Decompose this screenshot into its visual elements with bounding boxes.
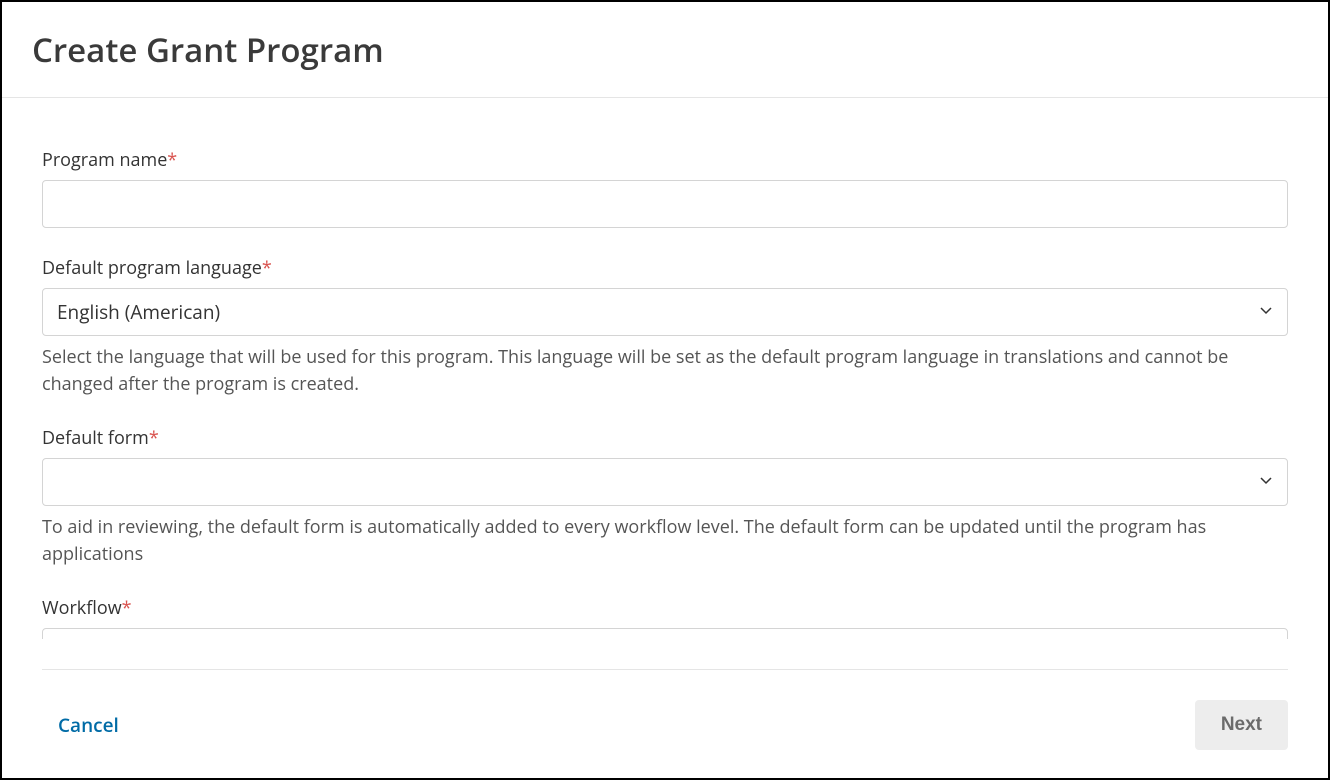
default-language-value: English (American) <box>57 299 220 325</box>
default-form-select[interactable] <box>42 458 1288 506</box>
default-form-help: To aid in reviewing, the default form is… <box>42 514 1288 568</box>
program-name-label: Program name* <box>42 148 1288 172</box>
default-language-select[interactable]: English (American) <box>42 288 1288 336</box>
required-mark: * <box>262 256 272 280</box>
cancel-button[interactable]: Cancel <box>42 712 119 738</box>
required-mark: * <box>167 148 177 172</box>
default-language-field: Default program language* English (Ameri… <box>42 256 1288 398</box>
program-name-field: Program name* <box>42 148 1288 228</box>
default-language-label: Default program language* <box>42 256 1288 280</box>
workflow-select[interactable] <box>42 628 1288 639</box>
create-grant-program-dialog: Create Grant Program Program name* Defau… <box>0 0 1330 780</box>
default-form-field: Default form* To aid in reviewing, the d… <box>42 426 1288 568</box>
next-button[interactable]: Next <box>1195 700 1288 750</box>
program-name-input[interactable] <box>42 180 1288 228</box>
required-mark: * <box>122 596 132 620</box>
default-language-help: Select the language that will be used fo… <box>42 344 1288 398</box>
required-mark: * <box>149 426 159 450</box>
workflow-field: Workflow* The application will enter thi… <box>42 596 1288 639</box>
workflow-label: Workflow* <box>42 596 1288 620</box>
default-form-label: Default form* <box>42 426 1288 450</box>
dialog-footer: Cancel Next <box>42 669 1288 778</box>
dialog-body: Program name* Default program language* … <box>2 98 1328 639</box>
dialog-header: Create Grant Program <box>2 2 1328 98</box>
dialog-title: Create Grant Program <box>32 27 1298 72</box>
